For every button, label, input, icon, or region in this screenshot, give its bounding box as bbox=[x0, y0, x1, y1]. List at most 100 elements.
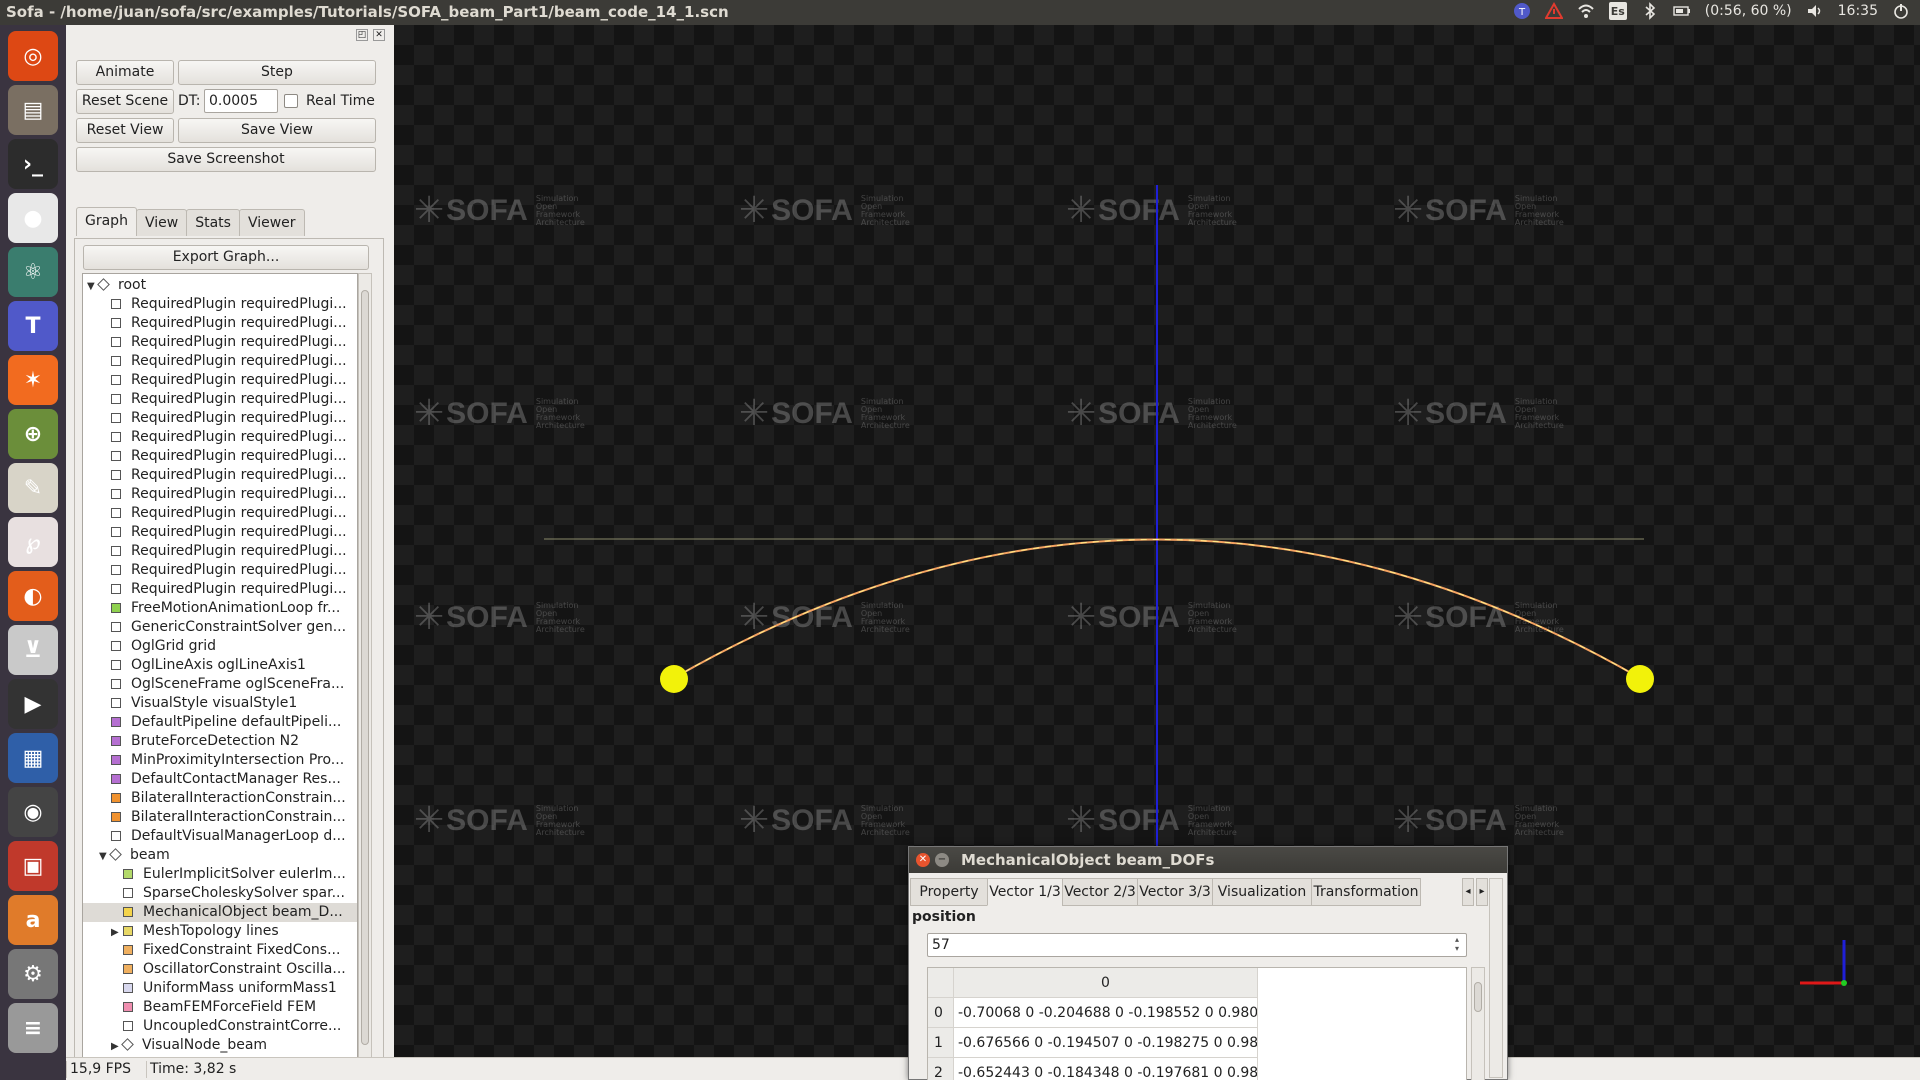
reset-view-button[interactable]: Reset View bbox=[76, 118, 174, 143]
tree-item[interactable]: DefaultContactManager Res... bbox=[83, 770, 357, 789]
expander-icon[interactable]: ▼ bbox=[99, 847, 111, 866]
dialog-tab[interactable]: Vector 3/3 bbox=[1137, 878, 1213, 906]
terminal-icon[interactable]: ›_ bbox=[8, 139, 58, 189]
tree-item[interactable]: RequiredPlugin requiredPlugi... bbox=[83, 314, 357, 333]
tree-item[interactable]: SparseCholeskySolver spar... bbox=[83, 884, 357, 903]
reset-scene-button[interactable]: Reset Scene bbox=[76, 89, 174, 114]
image-viewer-icon[interactable]: ⊕ bbox=[8, 409, 58, 459]
power-icon[interactable] bbox=[1892, 2, 1910, 20]
dialog-tab[interactable]: Vector 1/3 bbox=[987, 878, 1063, 906]
tree-item[interactable]: MechanicalObject beam_D... bbox=[83, 903, 357, 922]
text-editor-icon[interactable]: ✎ bbox=[8, 463, 58, 513]
spin-arrows-icon[interactable]: ▴ ▾ bbox=[1455, 935, 1459, 953]
tree-node[interactable]: ▼ beam bbox=[83, 846, 357, 865]
document-icon[interactable]: ▦ bbox=[8, 733, 58, 783]
atom-icon[interactable]: ⚛ bbox=[8, 247, 58, 297]
tree-item[interactable]: RequiredPlugin requiredPlugi... bbox=[83, 504, 357, 523]
tree-item[interactable]: RequiredPlugin requiredPlugi... bbox=[83, 523, 357, 542]
keyboard-layout-icon[interactable]: Es bbox=[1608, 2, 1627, 20]
tree-item[interactable]: EulerImplicitSolver eulerIm... bbox=[83, 865, 357, 884]
tree-item[interactable]: RequiredPlugin requiredPlugi... bbox=[83, 352, 357, 371]
chrome-icon[interactable]: ● bbox=[8, 193, 58, 243]
warning-icon[interactable] bbox=[1544, 2, 1563, 20]
dialog-tab[interactable]: Property bbox=[910, 878, 988, 906]
tree-item[interactable]: UniformMass uniformMass1 bbox=[83, 979, 357, 998]
save-screenshot-button[interactable]: Save Screenshot bbox=[76, 147, 376, 172]
clock[interactable]: 16:35 bbox=[1838, 3, 1878, 19]
tree-item[interactable]: RequiredPlugin requiredPlugi... bbox=[83, 447, 357, 466]
minimize-icon[interactable]: − bbox=[935, 853, 949, 867]
animate-button[interactable]: Animate bbox=[76, 60, 174, 85]
bluetooth-icon[interactable] bbox=[1641, 2, 1659, 20]
tab-stats[interactable]: Stats bbox=[186, 209, 240, 236]
tab-graph[interactable]: Graph bbox=[76, 207, 137, 236]
tree-item[interactable]: FixedConstraint FixedCons... bbox=[83, 941, 357, 960]
dialog-scrollbar[interactable] bbox=[1489, 878, 1503, 1078]
expander-icon[interactable]: ▶ bbox=[111, 1037, 123, 1056]
scene-graph-tree[interactable]: ▼ root RequiredPlugin requiredPlugi... Requ… bbox=[82, 273, 358, 1063]
tree-item[interactable]: OscillatorConstraint Oscilla... bbox=[83, 960, 357, 979]
close-icon[interactable]: ✕ bbox=[916, 853, 930, 867]
tree-item[interactable]: RequiredPlugin requiredPlugi... bbox=[83, 409, 357, 428]
video-icon[interactable]: ▶ bbox=[8, 679, 58, 729]
tree-item[interactable]: OglGrid grid bbox=[83, 637, 357, 656]
firefox-icon[interactable]: ◐ bbox=[8, 571, 58, 621]
tree-item[interactable]: BilateralInteractionConstrain... bbox=[83, 789, 357, 808]
tree-item[interactable]: RequiredPlugin requiredPlugi... bbox=[83, 371, 357, 390]
stack-icon[interactable]: ≡ bbox=[8, 1003, 58, 1053]
teams-tray-icon[interactable]: T bbox=[1513, 2, 1531, 20]
tree-item[interactable]: RequiredPlugin requiredPlugi... bbox=[83, 295, 357, 314]
dialog-titlebar[interactable]: ✕ − MechanicalObject beam_DOFs bbox=[909, 847, 1507, 873]
dt-input[interactable]: 0.0005 bbox=[204, 89, 278, 113]
row-value-cell[interactable]: -0.652443 0 -0.184348 0 -0.197681 0 0.98… bbox=[954, 1058, 1258, 1080]
tree-scrollbar[interactable] bbox=[358, 273, 372, 1063]
tree-item[interactable]: FreeMotionAnimationLoop fr... bbox=[83, 599, 357, 618]
tree-item[interactable]: VisualStyle visualStyle1 bbox=[83, 694, 357, 713]
ubuntu-icon[interactable]: ◎ bbox=[8, 31, 58, 81]
tree-item[interactable]: RequiredPlugin requiredPlugi... bbox=[83, 333, 357, 352]
sofa-icon[interactable]: ✶ bbox=[8, 355, 58, 405]
tabs-scroll-right-icon[interactable]: ▸ bbox=[1476, 878, 1488, 906]
teams-icon[interactable]: T bbox=[8, 301, 58, 351]
tree-item[interactable]: RequiredPlugin requiredPlugi... bbox=[83, 466, 357, 485]
tree-scrollbar-thumb[interactable] bbox=[361, 290, 369, 1045]
tree-item[interactable]: RequiredPlugin requiredPlugi... bbox=[83, 428, 357, 447]
tree-item[interactable]: BeamFEMForceField FEM bbox=[83, 998, 357, 1017]
tree-item[interactable]: GenericConstraintSolver gen... bbox=[83, 618, 357, 637]
tree-item[interactable]: UncoupledConstraintCorre... bbox=[83, 1017, 357, 1036]
tree-item[interactable]: RequiredPlugin requiredPlugi... bbox=[83, 542, 357, 561]
save-view-button[interactable]: Save View bbox=[178, 118, 376, 143]
tree-item[interactable]: OglSceneFrame oglSceneFra... bbox=[83, 675, 357, 694]
app-icon[interactable]: ▣ bbox=[8, 841, 58, 891]
tree-item[interactable]: RequiredPlugin requiredPlugi... bbox=[83, 390, 357, 409]
tree-item[interactable]: MinProximityIntersection Pro... bbox=[83, 751, 357, 770]
dialog-tab[interactable]: Vector 2/3 bbox=[1062, 878, 1138, 906]
tree-item[interactable]: RequiredPlugin requiredPlugi... bbox=[83, 561, 357, 580]
column-header[interactable]: 0 bbox=[954, 968, 1258, 998]
tree-item[interactable]: RequiredPlugin requiredPlugi... bbox=[83, 485, 357, 504]
tree-item[interactable]: BruteForceDetection N2 bbox=[83, 732, 357, 751]
tree-item[interactable]: RequiredPlugin requiredPlugi... bbox=[83, 580, 357, 599]
realtime-checkbox[interactable] bbox=[284, 94, 298, 108]
close-dock-icon[interactable]: ✕ bbox=[373, 29, 385, 41]
step-button[interactable]: Step bbox=[178, 60, 376, 85]
row-value-cell[interactable]: -0.676566 0 -0.194507 0 -0.198275 0 0.98… bbox=[954, 1028, 1258, 1058]
tab-viewer[interactable]: Viewer bbox=[238, 209, 305, 236]
settings-icon[interactable]: ⚙ bbox=[8, 949, 58, 999]
expander-icon[interactable]: ▼ bbox=[87, 277, 99, 296]
scanner-icon[interactable]: ⊻ bbox=[8, 625, 58, 675]
dialog-tab[interactable]: Visualization bbox=[1212, 878, 1312, 906]
files-icon[interactable]: ▤ bbox=[8, 85, 58, 135]
wifi-icon[interactable] bbox=[1577, 2, 1595, 20]
float-dock-icon[interactable]: ◰ bbox=[356, 29, 368, 41]
tree-item[interactable]: ▶ MeshTopology lines bbox=[83, 922, 357, 941]
table-scrollbar[interactable] bbox=[1471, 967, 1485, 1080]
size-spinbox[interactable]: 57 bbox=[927, 933, 1467, 957]
export-graph-button[interactable]: Export Graph... bbox=[83, 245, 369, 270]
tree-node[interactable]: ▼ root bbox=[83, 276, 357, 295]
disk-icon[interactable]: ◉ bbox=[8, 787, 58, 837]
tree-item[interactable]: OglLineAxis oglLineAxis1 bbox=[83, 656, 357, 675]
table-scrollbar-thumb[interactable] bbox=[1474, 982, 1482, 1012]
tree-item[interactable]: DefaultVisualManagerLoop d... bbox=[83, 827, 357, 846]
tree-node[interactable]: ▶ VisualNode_beam bbox=[83, 1036, 357, 1055]
